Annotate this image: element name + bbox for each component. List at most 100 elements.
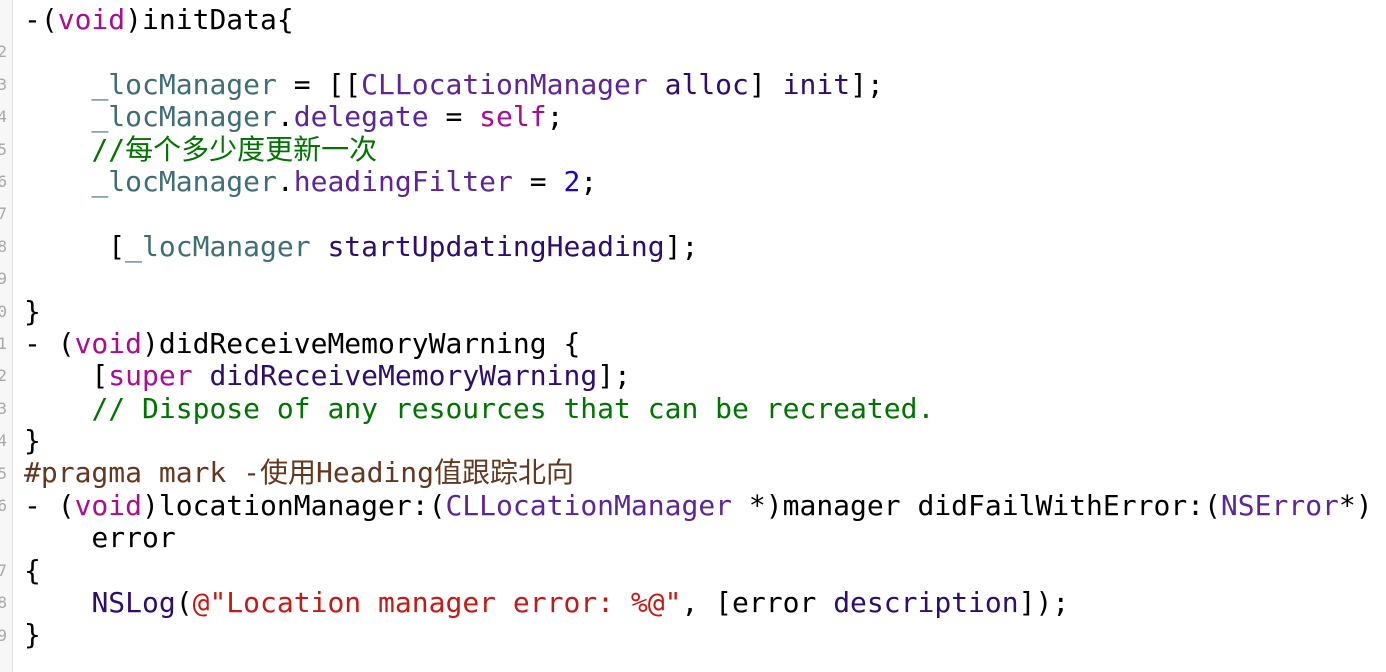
code-line[interactable] xyxy=(24,263,1373,295)
line-number-gutter: 234567890123456789 xyxy=(0,0,13,672)
code-token-plain: [ xyxy=(24,359,109,393)
code-token-ivar: _locManager xyxy=(91,100,277,134)
line-number: 4 xyxy=(0,101,7,133)
code-token-plain: [ xyxy=(24,229,126,263)
code-token-plain: *)manager didFailWithError:( xyxy=(732,488,1221,522)
line-number: 5 xyxy=(0,134,7,166)
code-token-meth: NSLog xyxy=(91,586,176,620)
code-token-plain: *) xyxy=(1338,488,1373,522)
code-token-plain: ( xyxy=(175,586,193,620)
code-token-ivar: _locManager xyxy=(91,164,277,198)
code-line[interactable]: } xyxy=(24,424,1373,458)
code-token-plain: . xyxy=(276,100,294,134)
line-number: 6 xyxy=(0,490,7,522)
code-token-plain: ] xyxy=(748,67,783,101)
code-line[interactable]: // Dispose of any resources that can be … xyxy=(24,391,1373,425)
line-number: 2 xyxy=(0,36,7,68)
code-token-meth: alloc xyxy=(664,67,749,101)
code-token-kw: void xyxy=(57,3,126,36)
code-token-plain: )initData{ xyxy=(125,3,294,36)
code-token-class: CLLocationManager xyxy=(361,67,648,101)
line-number: 3 xyxy=(0,393,7,425)
code-line[interactable]: [super didReceiveMemoryWarning]; xyxy=(24,360,1373,392)
code-token-prop: delegate xyxy=(293,100,429,134)
code-line[interactable]: - (void)didReceiveMemoryWarning { xyxy=(24,326,1373,360)
code-token-plain: . xyxy=(276,164,294,198)
code-token-plain: - ( xyxy=(24,326,75,360)
line-number: 5 xyxy=(0,458,7,490)
line-number: 7 xyxy=(0,198,7,230)
code-line[interactable]: [_locManager startUpdatingHeading]; xyxy=(24,229,1373,263)
code-line[interactable]: #pragma mark -使用Heading值跟踪北向 xyxy=(24,457,1373,489)
code-token-meth: description xyxy=(833,586,1019,620)
code-line[interactable]: _locManager.delegate = self; xyxy=(24,100,1373,134)
line-number: 2 xyxy=(0,360,7,392)
code-token-plain: ]); xyxy=(1018,586,1070,620)
code-token-plain: ]; xyxy=(850,67,884,101)
code-token-prop: headingFilter xyxy=(293,164,513,198)
code-token-plain: ; xyxy=(546,100,564,134)
line-number: 8 xyxy=(0,587,7,619)
line-number: 3 xyxy=(0,69,7,101)
code-line[interactable]: { xyxy=(24,553,1373,587)
code-token-kw: void xyxy=(74,326,143,360)
code-token-class: NSError xyxy=(1220,488,1339,522)
line-number: 8 xyxy=(0,231,7,263)
code-token-plain: = xyxy=(512,164,564,198)
line-number: 0 xyxy=(0,296,7,328)
code-token-com: //每个多少度更新一次 xyxy=(91,132,378,166)
code-line[interactable]: } xyxy=(24,294,1373,328)
code-line[interactable]: _locManager.headingFilter = 2; xyxy=(24,164,1373,198)
line-number: 9 xyxy=(0,620,7,652)
code-token-plain: } xyxy=(24,294,41,328)
code-token-plain: , [error xyxy=(681,586,834,620)
code-editor[interactable]: -(void)initData{ _locManager = [[CLLocat… xyxy=(24,3,1373,652)
code-line[interactable] xyxy=(24,198,1373,230)
code-token-plain: = [[ xyxy=(276,67,362,101)
code-token-class: CLLocationManager xyxy=(445,488,733,522)
code-token-plain: { xyxy=(24,553,41,587)
code-token-meth: init xyxy=(782,67,851,101)
line-number: 4 xyxy=(0,425,7,457)
code-token-plain: ; xyxy=(580,164,598,198)
code-token-plain: - ( xyxy=(24,488,75,522)
line-number: 7 xyxy=(0,555,7,587)
line-number: 9 xyxy=(0,263,7,295)
code-token-kw: void xyxy=(74,488,143,522)
code-token-str: @"Location manager error: %@" xyxy=(192,586,682,620)
code-line[interactable]: error xyxy=(24,522,1373,554)
code-token-plain: } xyxy=(24,424,41,458)
code-token-plain: ]; xyxy=(597,359,631,393)
code-token-num: 2 xyxy=(563,164,581,198)
code-token-meth: didReceiveMemoryWarning xyxy=(209,359,598,393)
code-token-com: // Dispose of any resources that can be … xyxy=(91,391,935,425)
code-token-plain: )locationManager:( xyxy=(142,488,446,522)
code-line[interactable]: _locManager = [[CLLocationManager alloc]… xyxy=(24,67,1373,101)
code-line[interactable]: //每个多少度更新一次 xyxy=(24,132,1373,166)
code-token-plain: error xyxy=(24,521,176,555)
line-number: 1 xyxy=(0,328,7,360)
code-line[interactable]: -(void)initData{ xyxy=(24,3,1373,36)
code-line[interactable]: } xyxy=(24,619,1373,651)
code-token-kw: super xyxy=(108,359,193,393)
code-token-ivar: _locManager xyxy=(91,67,277,101)
code-line[interactable]: - (void)locationManager:(CLLocationManag… xyxy=(24,488,1373,522)
code-token-ivar: _locManager xyxy=(125,229,311,263)
code-token-plain: } xyxy=(24,618,41,652)
code-line[interactable]: NSLog(@"Location manager error: %@", [er… xyxy=(24,586,1373,620)
code-token-plain: )didReceiveMemoryWarning { xyxy=(142,326,581,360)
code-line[interactable] xyxy=(24,36,1373,68)
code-token-plain: = xyxy=(428,100,480,134)
code-token-plain: -( xyxy=(24,3,58,36)
code-token-meth: startUpdatingHeading xyxy=(327,229,665,263)
code-token-kw: self xyxy=(479,100,547,134)
